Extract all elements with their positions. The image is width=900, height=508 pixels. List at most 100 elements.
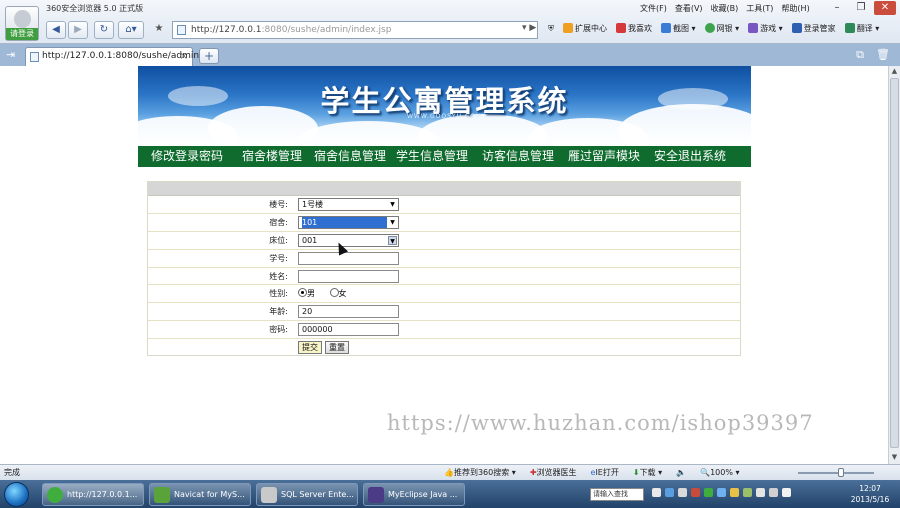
network-icon[interactable]	[769, 488, 778, 497]
banner-subtitle: WWW.GOOSYU.COM	[407, 113, 482, 120]
nav-item-logout[interactable]: 安全退出系统	[654, 146, 751, 167]
browser-title: 360安全浏览器 5.0 正式版	[46, 4, 144, 13]
navicat-icon	[154, 487, 170, 503]
submit-button[interactable]: 提交	[298, 341, 322, 355]
menu-tools[interactable]: 工具(T)	[746, 3, 773, 14]
address-dropdown-go[interactable]: ▾ ▶	[522, 23, 536, 33]
tray-icon[interactable]	[717, 488, 726, 497]
nav-item-dorm-management[interactable]: 宿舍信息管理	[310, 146, 396, 167]
taskbar-item-browser[interactable]: http://127.0.0.1...	[42, 483, 144, 506]
address-path: :8080/sushe/admin/index.jsp	[261, 25, 392, 35]
toolbar-translate[interactable]: 翻译 ▾	[844, 23, 879, 34]
toolbar-likes[interactable]: 我喜欢	[616, 23, 652, 34]
age-input[interactable]: 20	[298, 305, 399, 319]
nav-item-student-management[interactable]: 学生信息管理	[396, 146, 482, 167]
nav-item-message-board[interactable]: 雁过留声模块	[568, 146, 654, 167]
name-input[interactable]	[298, 269, 399, 283]
tray-icon[interactable]	[704, 488, 713, 497]
favorite-star-button[interactable]: ★	[150, 21, 168, 39]
scroll-down-icon[interactable]: ▼	[890, 453, 899, 463]
zoom-level[interactable]: 🔍100% ▾	[700, 465, 739, 480]
volume-icon[interactable]	[782, 488, 791, 497]
tray-icon[interactable]	[691, 488, 700, 497]
gender-male-label: 男	[307, 289, 315, 299]
home-button[interactable]: ⌂▾	[118, 21, 144, 39]
status-download[interactable]: ⬇下载 ▾	[633, 465, 662, 480]
tray-icon[interactable]	[756, 488, 765, 497]
taskbar-clock[interactable]: 12:07 2013/5/16	[844, 483, 896, 505]
student-id-input[interactable]	[298, 251, 399, 265]
shield-icon[interactable]: ⛨	[548, 24, 554, 34]
form-row-bed: 床位: 001 ▼	[148, 232, 740, 250]
scrollbar-thumb[interactable]	[890, 78, 899, 448]
menu-view[interactable]: 查看(V)	[675, 3, 703, 14]
back-arrow-icon: ◀	[52, 24, 60, 35]
page-icon	[30, 52, 39, 62]
taskbar-item-sqlserver[interactable]: SQL Server Ente...	[256, 483, 358, 506]
tray-icon[interactable]	[678, 488, 687, 497]
status-recommend[interactable]: 👍推荐到360搜索 ▾	[444, 465, 516, 480]
close-tab-icon[interactable]: ×	[180, 48, 188, 65]
form-row-age: 年龄: 20	[148, 303, 740, 322]
taskbar-item-navicat[interactable]: Navicat for MyS...	[149, 483, 251, 506]
status-doctor[interactable]: ✚浏览器医生	[530, 465, 577, 480]
scroll-up-icon[interactable]: ▲	[890, 67, 899, 77]
status-ie-open[interactable]: eIE打开	[591, 465, 619, 480]
vertical-scrollbar[interactable]: ▲ ▼	[888, 66, 900, 464]
toolbar-screenshot[interactable]: 截图 ▾	[661, 23, 696, 34]
reset-button[interactable]: 重置	[325, 341, 349, 355]
status-text: 完成	[4, 468, 20, 477]
room-value: 101	[302, 216, 387, 228]
start-button[interactable]	[4, 482, 29, 507]
restore-tabs-icon[interactable]: ⧉	[856, 48, 864, 62]
form-row-actions: 提交 重置	[148, 339, 740, 357]
tab-active[interactable]: http://127.0.0.1:8080/sushe/admin... ×	[25, 47, 208, 66]
tray-icon[interactable]	[743, 488, 752, 497]
toolbar-games[interactable]: 游戏 ▾	[748, 23, 783, 34]
nav-item-visitor-management[interactable]: 访客信息管理	[482, 146, 568, 167]
new-tab-button[interactable]: +	[199, 48, 219, 64]
login-avatar-button[interactable]: 请登录	[5, 6, 39, 41]
trash-icon[interactable]: 🗑	[876, 48, 890, 62]
password-input[interactable]: 000000	[298, 323, 399, 337]
star-icon: ★	[154, 23, 164, 34]
menu-file[interactable]: 文件(F)	[640, 3, 667, 14]
room-select[interactable]: 101 ▼	[298, 215, 399, 229]
gender-female-option[interactable]: 女	[329, 288, 347, 298]
nav-item-change-password[interactable]: 修改登录密码	[138, 146, 228, 167]
toolbar-extensions[interactable]: 扩展中心	[563, 23, 607, 34]
zoom-slider[interactable]	[798, 468, 874, 477]
nav-item-building-management[interactable]: 宿舍楼管理	[228, 146, 310, 167]
toolbar-bank[interactable]: 网银 ▾	[704, 23, 739, 34]
refresh-button[interactable]: ↻	[94, 21, 114, 39]
bed-select[interactable]: 001 ▼	[298, 233, 399, 247]
tray-icon[interactable]	[730, 488, 739, 497]
student-id-label: 学号:	[269, 253, 288, 263]
address-bar[interactable]: http://127.0.0.1:8080/sushe/admin/index.…	[172, 21, 538, 39]
menu-help[interactable]: 帮助(H)	[781, 3, 809, 14]
browser-360-icon	[47, 487, 63, 503]
forward-button[interactable]: ▶	[68, 21, 88, 39]
speaker-icon[interactable]: 🔈	[676, 465, 686, 480]
taskbar-item-myeclipse[interactable]: MyEclipse Java ...	[363, 483, 465, 506]
bed-label: 床位:	[269, 235, 288, 245]
close-window-button[interactable]: ✕	[874, 1, 896, 15]
gender-male-option[interactable]: 男	[298, 288, 315, 299]
ime-search-box[interactable]: 请输入查找	[590, 488, 644, 501]
login-label: 请登录	[6, 28, 38, 40]
tray-icon[interactable]	[665, 488, 674, 497]
status-tools: 👍推荐到360搜索 ▾ ✚浏览器医生 eIE打开 ⬇下载 ▾ 🔈 🔍100% ▾	[444, 465, 740, 480]
building-select[interactable]: 1号楼 ▼	[298, 198, 399, 211]
radio-male[interactable]	[298, 288, 307, 298]
sidebar-toggle-icon[interactable]: ⇥	[6, 48, 15, 61]
minimize-button[interactable]: –	[826, 1, 848, 15]
radio-female[interactable]	[329, 288, 339, 298]
menu-favorites[interactable]: 收藏(B)	[711, 3, 739, 14]
tray-icon[interactable]	[652, 488, 661, 497]
back-button[interactable]: ◀	[46, 21, 66, 39]
site-banner: 学生公寓管理系统 WWW.GOOSYU.COM	[138, 66, 751, 146]
magnifier-icon: 🔍	[700, 468, 711, 477]
zoom-slider-knob[interactable]	[838, 468, 844, 477]
toolbar-login-manager[interactable]: 登录管家	[791, 23, 836, 34]
maximize-button[interactable]: ❐	[850, 1, 872, 15]
